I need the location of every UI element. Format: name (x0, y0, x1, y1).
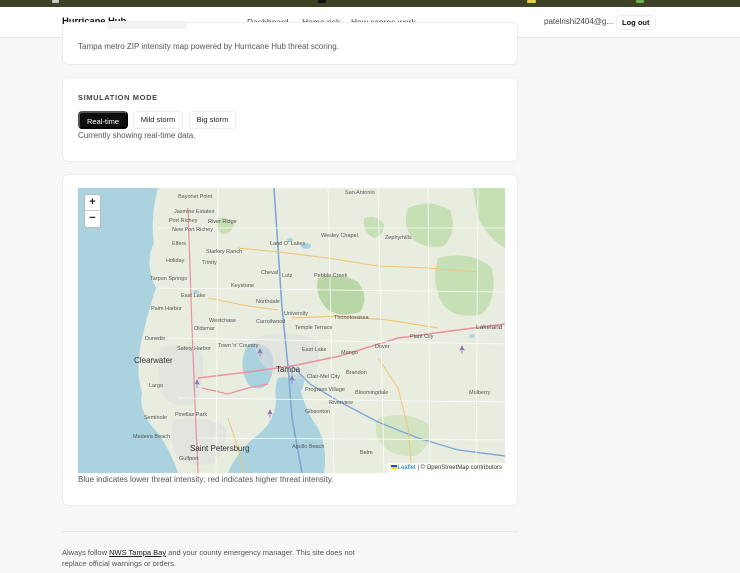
map-label-brandon: Brandon (346, 370, 367, 376)
map-label-saint-petersburg: Saint Petersburg (190, 444, 250, 453)
map-label-gulfport: Gulfport (179, 456, 199, 462)
map-attribution: Leaflet | © OpenStreetMap contributors (386, 463, 505, 473)
map-label-bloomingdale: Bloomingdale (355, 390, 389, 396)
map-label-dover: Dover (375, 344, 390, 350)
map-label-gibsonton: Gibsonton (305, 409, 331, 415)
zoom-in-button[interactable]: + (85, 195, 100, 211)
map-label-riverview: Riverview (329, 400, 353, 406)
nws-tampa-bay-link[interactable]: NWS Tampa Bay (109, 548, 166, 557)
map-intro-card: Tampa metro ZIP intensity map powered by… (62, 21, 518, 65)
map-label-tampa: Tampa (276, 365, 301, 374)
map-label-westchase: Westchase (209, 318, 237, 324)
map-label-east-lake: East Lake (181, 293, 206, 299)
map-label-pinellas-park: Pinellas Park (175, 412, 208, 418)
map-label-san-antonio: San Antonio (345, 190, 375, 196)
footer-text-before: Always follow (62, 548, 110, 557)
map-label-university: University (284, 311, 309, 317)
map-label-holiday: Holiday (166, 258, 185, 264)
mode-button-mild-storm[interactable]: Mild storm (133, 111, 183, 129)
map-label-town-n-country: Town 'n' Country (218, 343, 259, 349)
map-label-cheval: Cheval (261, 270, 279, 276)
footer-divider (62, 531, 518, 532)
map-label-plant-city: Plant City (410, 334, 434, 340)
zoom-out-button[interactable]: − (85, 211, 100, 227)
map-label-safety-harbor: Safety Harbor (177, 346, 211, 352)
ukraine-flag-icon (390, 465, 397, 470)
map-label-palm-harbor: Palm Harbor (151, 306, 182, 312)
map-label-trinity: Trinity (202, 260, 217, 266)
map-tiles (78, 188, 505, 473)
osm-attribution-text: | © OpenStreetMap contributors (417, 465, 502, 471)
leaflet-link[interactable]: Leaflet (398, 465, 416, 471)
footer-disclaimer: Always follow NWS Tampa Bay and your cou… (62, 547, 362, 569)
map-label-starkey-ranch: Starkey Ranch (206, 249, 243, 255)
map-label-port-richey: Port Richey (169, 218, 198, 224)
map-label-bayonet-point: Bayonet Point (178, 194, 213, 200)
map-label-mulberry: Mulberry (469, 390, 491, 396)
user-email: patelrishi2404@g... (544, 17, 614, 26)
map-label-lakeland: Lakeland (476, 324, 503, 331)
map-label-keystone: Keystone (231, 283, 254, 289)
map-label-seminole: Seminole (144, 415, 167, 421)
map-label-jasmine-estates: Jasmine Estates (174, 209, 215, 215)
browser-top-strip (0, 0, 740, 7)
threat-map[interactable]: Bayonet Point San Antonio Jasmine Estate… (78, 188, 505, 473)
threat-map-card: Bayonet Point San Antonio Jasmine Estate… (62, 174, 518, 506)
map-label-zephyrhills: Zephyrhills (385, 235, 412, 241)
map-label-new-port-richey: New Port Richey (172, 227, 213, 233)
logout-button[interactable]: Log out (616, 15, 656, 30)
map-label-tarpon-springs: Tarpon Springs (150, 276, 187, 282)
map-label-largo: Largo (149, 383, 164, 389)
mode-button-real-time[interactable]: Real-time (78, 111, 128, 129)
map-label-clair-mel-city: Clair-Mel City (307, 374, 340, 380)
map-label-pebble-creek: Pebble Creek (314, 273, 348, 279)
scrolled-heading-remnant (107, 21, 187, 29)
map-label-dunedin: Dunedin (145, 336, 166, 342)
map-label-apollo-beach: Apollo Beach (292, 444, 325, 450)
simulation-mode-card: SIMULATION MODE Real-time Mild storm Big… (62, 77, 518, 162)
map-label-oldsmar: Oldsmar (194, 326, 215, 332)
map-label-wesley-chapel: Wesley Chapel (321, 233, 358, 239)
map-label-balm: Balm (360, 450, 373, 456)
map-label-northdale: Northdale (256, 299, 280, 305)
map-label-thonotosassa: Thonotosassa (334, 315, 369, 321)
mode-status-text: Currently showing real-time data. (78, 131, 196, 140)
map-label-river-ridge: River Ridge (208, 219, 237, 225)
map-label-progress-village: Progress Village (305, 387, 345, 393)
map-label-temple-terrace: Temple Terrace (295, 325, 333, 331)
map-label-lutz: Lutz (282, 273, 293, 279)
simulation-mode-label: SIMULATION MODE (78, 93, 158, 102)
map-label-elfers: Elfers (172, 241, 187, 247)
map-label-land-o-lakes: Land O' Lakes (270, 241, 306, 247)
map-label-clearwater: Clearwater (134, 356, 173, 365)
map-label-madeira-beach: Madeira Beach (133, 434, 170, 440)
map-label-carrollwood: Carrollwood (256, 319, 286, 325)
map-label-mango: Mango (341, 350, 358, 356)
zoom-control: + − (84, 194, 101, 228)
map-legend-note: Blue indicates lower threat intensity; r… (78, 475, 334, 484)
mode-button-big-storm[interactable]: Big storm (189, 111, 236, 129)
map-label-east-lake-2: East Lake (302, 347, 327, 353)
map-description: Tampa metro ZIP intensity map powered by… (78, 42, 339, 51)
